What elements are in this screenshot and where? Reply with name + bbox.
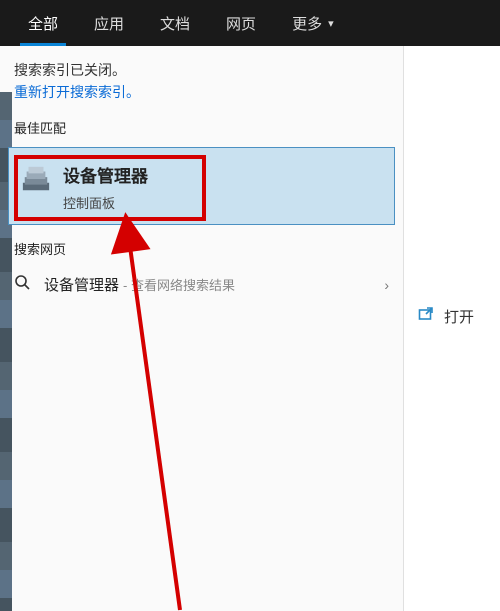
search-icon xyxy=(14,274,32,295)
index-notice: 搜索索引已关闭。 重新打开搜索索引。 xyxy=(0,46,403,112)
index-notice-text: 搜索索引已关闭。 xyxy=(14,60,389,80)
tab-all[interactable]: 全部 xyxy=(10,0,76,46)
tab-more-label: 更多 xyxy=(292,13,322,34)
best-match-result[interactable]: 设备管理器 控制面板 xyxy=(8,147,395,225)
open-icon xyxy=(418,307,434,327)
results-panel: 搜索索引已关闭。 重新打开搜索索引。 最佳匹配 设备管理器 控制面板 搜索网页 xyxy=(0,46,404,611)
web-hint: - 查看网络搜索结果 xyxy=(123,275,235,294)
web-search-result[interactable]: 设备管理器 - 查看网络搜索结果 › xyxy=(0,264,403,305)
chevron-right-icon: › xyxy=(384,277,389,293)
web-query: 设备管理器 xyxy=(44,274,119,295)
open-action[interactable]: 打开 xyxy=(418,306,474,327)
tab-more[interactable]: 更多 ▾ xyxy=(274,0,352,46)
tab-apps[interactable]: 应用 xyxy=(76,0,142,46)
best-match-title: 设备管理器 xyxy=(63,162,148,187)
chevron-down-icon: ▾ xyxy=(328,17,334,30)
open-label: 打开 xyxy=(444,306,474,327)
best-match-subtitle: 控制面板 xyxy=(63,193,148,212)
section-search-web: 搜索网页 xyxy=(0,233,403,264)
device-manager-icon xyxy=(21,164,51,194)
tab-web[interactable]: 网页 xyxy=(208,0,274,46)
section-best-match: 最佳匹配 xyxy=(0,112,403,143)
reopen-index-link[interactable]: 重新打开搜索索引。 xyxy=(14,82,140,102)
tab-docs[interactable]: 文档 xyxy=(142,0,208,46)
search-tabs: 全部 应用 文档 网页 更多 ▾ xyxy=(0,0,500,46)
detail-panel: 打开 xyxy=(404,46,500,611)
